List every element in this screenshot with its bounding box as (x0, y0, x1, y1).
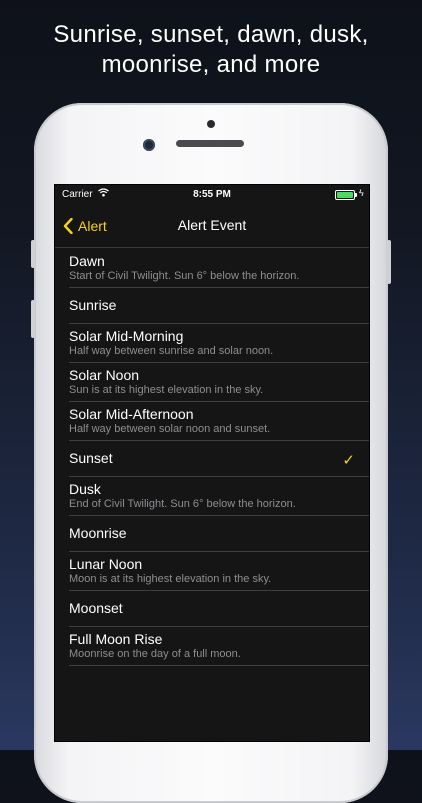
status-time: 8:55 PM (193, 189, 231, 200)
list-item[interactable]: Solar Mid-Afternoon Half way between sola… (55, 401, 369, 441)
battery-tip (355, 193, 357, 197)
list-item[interactable]: Dusk End of Civil Twilight. Sun 6° below … (55, 476, 369, 516)
event-title: Moonset (69, 600, 123, 616)
front-camera (143, 139, 155, 151)
event-description: Half way between sunrise and solar noon. (69, 345, 274, 357)
status-bar: Carrier 8:55 PM ϟ (55, 185, 369, 205)
volume-down-button (31, 300, 35, 338)
event-title: Lunar Noon (69, 556, 143, 572)
battery-icon (335, 190, 355, 200)
event-description: Sun is at its highest elevation in the s… (69, 384, 264, 396)
event-title: Moonrise (69, 525, 127, 541)
marketing-headline: Sunrise, sunset, dawn, dusk, moonrise, a… (0, 20, 422, 80)
proximity-sensor (207, 120, 215, 128)
event-description: Moonrise on the day of a full moon. (69, 648, 241, 660)
earpiece-speaker (176, 140, 244, 147)
headline-line-1: Sunrise, sunset, dawn, dusk, (53, 21, 369, 48)
event-title: Dawn (69, 253, 105, 269)
event-title: Dusk (69, 481, 101, 497)
volume-up-button (31, 240, 35, 268)
charging-icon: ϟ (359, 188, 364, 198)
event-description: Half way between solar noon and sunset. (69, 423, 271, 435)
row-separator (69, 665, 369, 666)
event-description: End of Civil Twilight. Sun 6° below the … (69, 498, 296, 510)
list-item[interactable]: Lunar Noon Moon is at its highest elevati… (55, 551, 369, 591)
headline-line-2: moonrise, and more (101, 51, 321, 78)
page-title: Alert Event (177, 217, 247, 233)
phone-screen: Carrier 8:55 PM ϟ Alert Alert Event Dawn… (54, 184, 370, 742)
battery-fill (337, 192, 353, 198)
event-description: Moon is at its highest elevation in the … (69, 573, 272, 585)
checkmark-icon: ✓ (342, 452, 355, 469)
list-item[interactable]: Sunset ✓ (55, 440, 369, 477)
event-title: Solar Noon (69, 367, 140, 383)
list-item[interactable]: Moonset (55, 590, 369, 627)
event-title: Sunrise (69, 297, 117, 313)
event-title: Solar Mid-Morning (69, 328, 184, 344)
list-item[interactable]: Sunrise (55, 287, 369, 324)
list-item[interactable]: Dawn Start of Civil Twilight. Sun 6° belo… (55, 248, 369, 288)
event-list: Dawn Start of Civil Twilight. Sun 6° belo… (55, 248, 369, 666)
list-item[interactable]: Solar Noon Sun is at its highest elevatio… (55, 362, 369, 402)
navigation-bar: Alert Alert Event (55, 205, 369, 248)
list-item[interactable]: Solar Mid-Morning Half way between sunris… (55, 323, 369, 363)
event-title: Full Moon Rise (69, 631, 163, 647)
power-button (387, 240, 391, 284)
event-description: Start of Civil Twilight. Sun 6° below th… (69, 270, 300, 282)
list-item[interactable]: Full Moon Rise Moonrise on the day of a f… (55, 626, 369, 666)
list-item[interactable]: Moonrise (55, 515, 369, 552)
event-title: Sunset (69, 450, 113, 466)
event-title: Solar Mid-Afternoon (69, 406, 194, 422)
